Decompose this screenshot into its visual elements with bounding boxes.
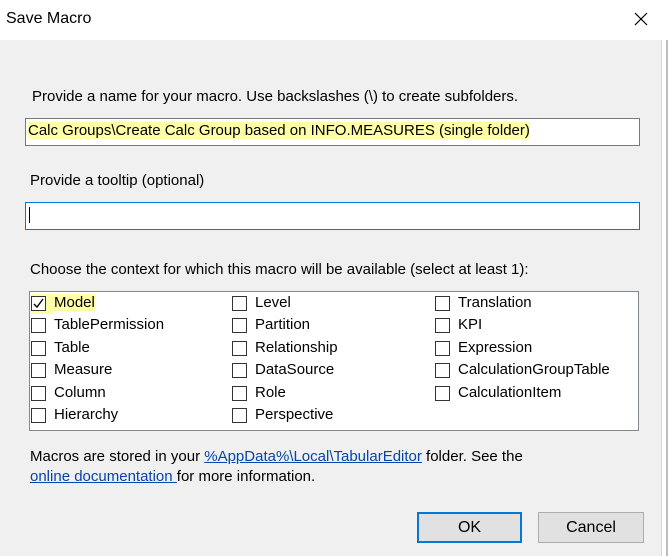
context-option-label: TablePermission bbox=[54, 316, 165, 333]
context-option-label: Hierarchy bbox=[54, 406, 119, 423]
checkbox-icon[interactable] bbox=[31, 318, 46, 333]
title-bar: Save Macro bbox=[0, 0, 668, 40]
checkbox-checked-icon[interactable] bbox=[31, 296, 46, 311]
context-option-label: Measure bbox=[54, 361, 113, 378]
cancel-button[interactable]: Cancel bbox=[538, 512, 644, 543]
macro-name-value: Calc Groups\Create Calc Group based on I… bbox=[28, 122, 530, 139]
tooltip-prompt: Provide a tooltip (optional) bbox=[30, 172, 205, 189]
context-option-label: KPI bbox=[458, 316, 483, 333]
context-option-label: Partition bbox=[255, 316, 311, 333]
context-option-label: Translation bbox=[458, 294, 532, 311]
context-option-label: Expression bbox=[458, 339, 533, 356]
macro-name-input[interactable]: Calc Groups\Create Calc Group based on I… bbox=[25, 118, 640, 146]
footer-text: folder. See the bbox=[421, 448, 523, 465]
checkbox-icon[interactable] bbox=[435, 363, 450, 378]
checkbox-icon[interactable] bbox=[31, 341, 46, 356]
checkbox-icon[interactable] bbox=[232, 341, 247, 356]
context-prompt: Choose the context for which this macro … bbox=[30, 261, 529, 278]
footer-line-2: online documentation for more informatio… bbox=[30, 468, 315, 485]
checkbox-icon[interactable] bbox=[232, 386, 247, 401]
checkbox-icon[interactable] bbox=[435, 318, 450, 333]
checkbox-icon[interactable] bbox=[232, 363, 247, 378]
appdata-folder-link[interactable]: %AppData%\Local\TabularEditor bbox=[204, 448, 422, 465]
footer-line-1: Macros are stored in your %AppData%\Loca… bbox=[30, 448, 523, 465]
context-option-label: Table bbox=[54, 339, 90, 356]
checkbox-icon[interactable] bbox=[232, 408, 247, 423]
context-option-label: CalculationGroupTable bbox=[458, 361, 610, 378]
text-caret bbox=[29, 207, 30, 223]
window-border bbox=[661, 40, 662, 556]
context-option-label: DataSource bbox=[255, 361, 335, 378]
context-option-label: Relationship bbox=[255, 339, 338, 356]
context-option-label: Model bbox=[54, 294, 95, 311]
checkbox-icon[interactable] bbox=[31, 408, 46, 423]
online-documentation-link[interactable]: nline documentation bbox=[38, 468, 176, 485]
ok-button[interactable]: OK bbox=[417, 512, 522, 543]
checkbox-icon[interactable] bbox=[31, 386, 46, 401]
context-option-label: Perspective bbox=[255, 406, 334, 423]
context-option-label: Level bbox=[255, 294, 291, 311]
context-option-label: Role bbox=[255, 384, 286, 401]
footer-text: Macros are stored in your bbox=[30, 448, 205, 465]
checkbox-icon[interactable] bbox=[435, 296, 450, 311]
name-prompt: Provide a name for your macro. Use backs… bbox=[32, 88, 519, 105]
checkbox-icon[interactable] bbox=[435, 341, 450, 356]
checkbox-icon[interactable] bbox=[31, 363, 46, 378]
context-option-label: CalculationItem bbox=[458, 384, 562, 401]
checkbox-icon[interactable] bbox=[232, 296, 247, 311]
close-icon[interactable] bbox=[630, 8, 652, 30]
footer-text: for more information. bbox=[176, 468, 316, 485]
window-title: Save Macro bbox=[6, 10, 92, 27]
context-option-label: Column bbox=[54, 384, 106, 401]
tooltip-input[interactable] bbox=[25, 202, 640, 230]
checkbox-icon[interactable] bbox=[232, 318, 247, 333]
context-checklist[interactable]: Model TablePermission Table Measure Column Hi… bbox=[29, 291, 639, 431]
checkbox-icon[interactable] bbox=[435, 386, 450, 401]
